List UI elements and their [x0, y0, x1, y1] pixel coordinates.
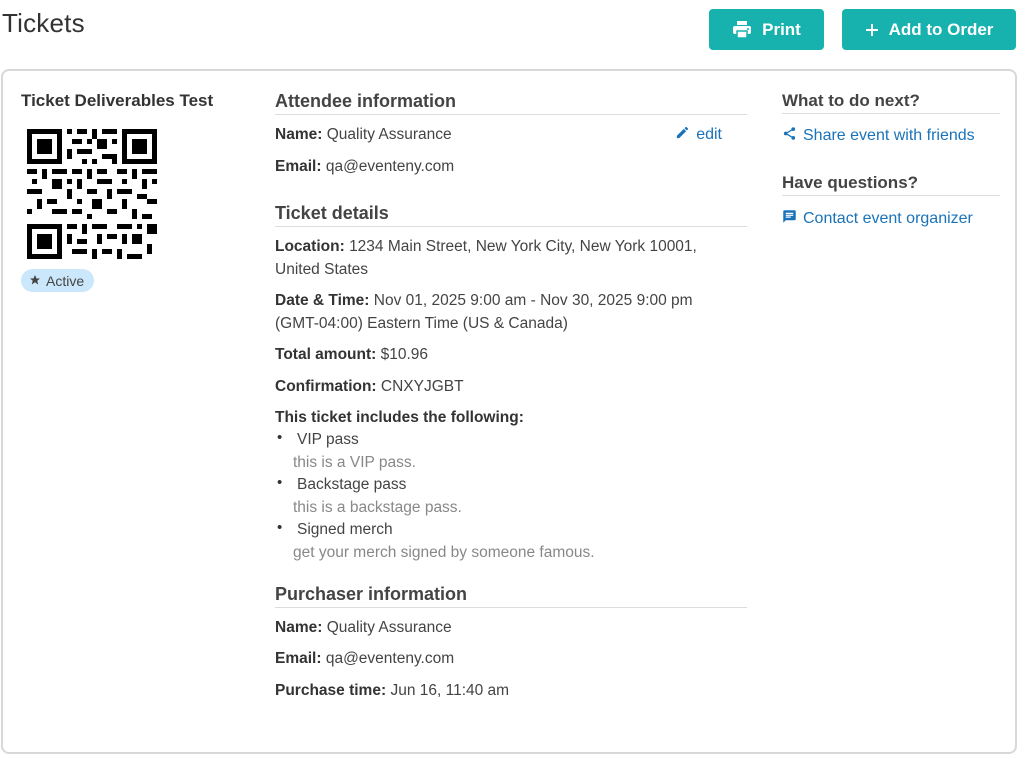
includes-list: • VIP pass this is a VIP pass. • Backstage …	[275, 429, 747, 564]
location: Location: 1234 Main Street, New York Cit…	[275, 238, 697, 278]
purchaser-heading: Purchaser information	[275, 584, 747, 608]
ticket-info: Attendee information edit Name: Quality …	[275, 91, 747, 702]
purchase-time: Purchase time: Jun 16, 11:40 am	[275, 682, 510, 699]
event-name: Ticket Deliverables Test	[21, 91, 214, 110]
attendee-email: Email: qa@eventeny.com	[275, 158, 455, 175]
contact-organizer-link[interactable]: Contact event organizer	[782, 209, 1000, 229]
plus-icon	[865, 23, 879, 37]
date-time: Date & Time: Nov 01, 2025 9:00 am - Nov …	[275, 292, 693, 332]
list-item: • Signed merch get your merch signed by so…	[277, 519, 595, 561]
qr-code	[27, 129, 157, 259]
includes-heading: This ticket includes the following:	[275, 409, 524, 426]
edit-attendee-link[interactable]: edit	[675, 125, 722, 145]
edit-label: edit	[696, 126, 722, 143]
ticket-card: Ticket Deliverables Test Active Attendee…	[1, 69, 1017, 754]
share-event-link[interactable]: Share event with friends	[782, 126, 1000, 146]
questions-heading: Have questions?	[782, 173, 1000, 196]
list-item: • Backstage pass this is a backstage pass.	[277, 474, 462, 516]
purchaser-email: Email: qa@eventeny.com	[275, 650, 455, 667]
pencil-icon	[675, 125, 690, 145]
contact-label: Contact event organizer	[803, 210, 973, 227]
status-badge: Active	[21, 269, 95, 292]
sidebar: What to do next? Share event with friend…	[782, 91, 1000, 229]
status-label: Active	[46, 272, 85, 289]
print-button[interactable]: Print	[709, 9, 824, 50]
chat-icon	[782, 209, 797, 229]
list-item: • VIP pass this is a VIP pass.	[277, 429, 416, 471]
ticket-summary: Ticket Deliverables Test Active	[21, 91, 241, 292]
next-steps-heading: What to do next?	[782, 91, 1000, 114]
page-title: Tickets	[2, 8, 85, 38]
printer-icon	[732, 20, 752, 39]
add-to-order-label: Add to Order	[888, 19, 994, 39]
attendee-heading: Attendee information	[275, 91, 747, 115]
add-to-order-button[interactable]: Add to Order	[842, 9, 1016, 50]
purchaser-name: Name: Quality Assurance	[275, 619, 452, 636]
star-icon	[29, 273, 41, 289]
confirmation: Confirmation: CNXYJGBT	[275, 378, 464, 395]
print-button-label: Print	[762, 19, 801, 39]
ticket-details-heading: Ticket details	[275, 203, 747, 227]
share-icon	[782, 126, 797, 146]
share-label: Share event with friends	[803, 127, 975, 144]
total-amount: Total amount: $10.96	[275, 346, 429, 363]
